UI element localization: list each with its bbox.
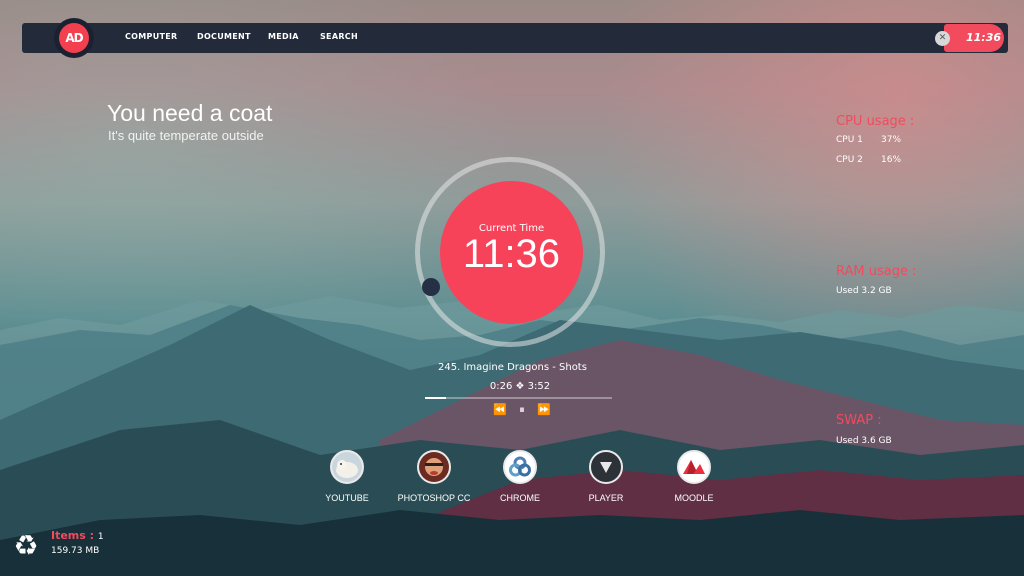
app-player[interactable]: PLAYER <box>566 450 646 503</box>
polar-bear-icon <box>330 450 364 484</box>
moodle-icon <box>677 450 711 484</box>
swap-value: Used 3.6 GB <box>836 436 892 446</box>
player-controls: ⏪ ⏸ ⏩ <box>493 403 551 417</box>
app-label: PLAYER <box>588 493 624 503</box>
chrome-icon <box>503 450 537 484</box>
nav-item-document[interactable]: DOCUMENT <box>197 32 251 41</box>
recycle-size: 159.73 MB <box>51 546 100 556</box>
track-title: 245. Imagine Dragons - Shots <box>438 362 587 373</box>
ram-usage-value: Used 3.2 GB <box>836 286 892 296</box>
app-chrome[interactable]: CHROME <box>480 450 560 503</box>
nav-item-search[interactable]: SEARCH <box>320 32 358 41</box>
recycle-items-count: 1 <box>97 532 104 542</box>
cpu2-value: 16% <box>881 155 902 165</box>
app-label: MOODLE <box>674 493 714 503</box>
track-time: 0:26 ❖ 3:52 <box>489 381 551 392</box>
cpu-usage-header: CPU usage : <box>836 114 915 129</box>
progress-bar[interactable] <box>425 397 612 399</box>
recycle-bin-icon[interactable]: ♻ <box>10 530 42 562</box>
clock-time: 11:36 <box>462 232 561 276</box>
recycle-items: Items : 1 <box>51 529 104 542</box>
swap-header: SWAP : <box>836 413 882 428</box>
play-triangle-icon <box>589 450 623 484</box>
app-label: CHROME <box>500 493 540 503</box>
top-clock-time: 11:36 <box>966 31 1002 44</box>
pause-button[interactable]: ⏸ <box>515 403 529 417</box>
app-label: PHOTOSHOP CC <box>397 493 471 503</box>
ram-usage-header: RAM usage : <box>836 264 917 279</box>
weather-subtitle: It's quite temperate outside <box>108 128 264 143</box>
logo-button[interactable]: AD <box>54 18 94 58</box>
app-moodle[interactable]: MOODLE <box>654 450 734 503</box>
app-label: YOUTUBE <box>325 493 369 503</box>
clock-seconds-knob <box>422 278 440 296</box>
app-youtube[interactable]: YOUTUBE <box>307 450 387 503</box>
logo-text: AD <box>59 23 89 53</box>
progress-fill <box>425 397 446 399</box>
next-button[interactable]: ⏩ <box>537 403 551 417</box>
previous-button[interactable]: ⏪ <box>493 403 507 417</box>
cpu2-label: CPU 2 <box>836 155 863 165</box>
close-icon[interactable]: ✕ <box>935 31 950 46</box>
weather-title: You need a coat <box>107 100 273 126</box>
cpu1-value: 37% <box>881 135 902 145</box>
nav-item-computer[interactable]: COMPUTER <box>125 32 177 41</box>
app-photoshop[interactable]: PHOTOSHOP CC <box>394 450 474 503</box>
cpu1-label: CPU 1 <box>836 135 863 145</box>
recycle-items-label: Items : <box>51 529 95 542</box>
nav-item-media[interactable]: MEDIA <box>268 32 299 41</box>
portrait-icon <box>417 450 451 484</box>
